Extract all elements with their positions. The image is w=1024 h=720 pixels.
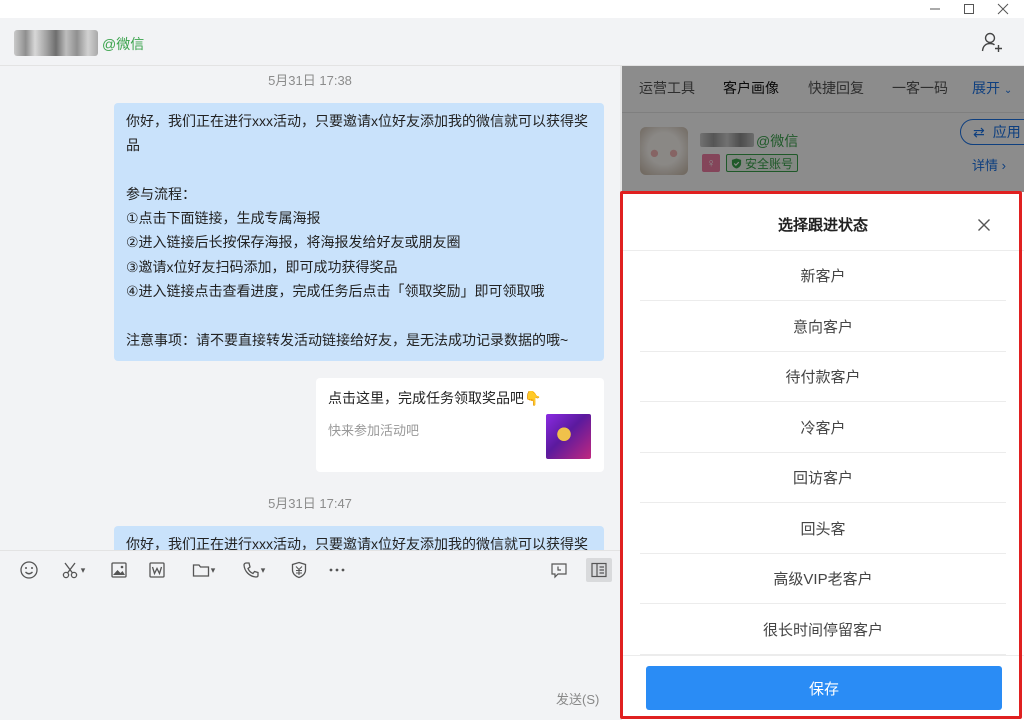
- followup-option[interactable]: 回访客户: [640, 453, 1006, 503]
- sheet-close-button[interactable]: [972, 213, 996, 237]
- more-button[interactable]: [326, 559, 348, 581]
- file-button[interactable]: ▾: [186, 559, 220, 581]
- followup-option[interactable]: 很长时间停留客户: [640, 605, 1006, 655]
- emoji-icon: [20, 561, 38, 579]
- message-line: 品: [126, 137, 140, 154]
- message-line: 参与流程：: [126, 185, 196, 202]
- close-icon: [997, 3, 1009, 15]
- doc-button[interactable]: [146, 559, 168, 581]
- image-button[interactable]: [108, 559, 130, 581]
- payment-button[interactable]: [288, 559, 310, 581]
- more-icon: [329, 568, 345, 572]
- chat-history-button[interactable]: [548, 559, 570, 581]
- followup-option[interactable]: 新客户: [640, 251, 1006, 301]
- message-input-area[interactable]: 发送(S): [0, 590, 620, 720]
- link-card-title: 点击这里，完成任务领取奖品吧👇: [328, 390, 542, 406]
- input-toolbar: ▾ ▾ ▾: [0, 550, 620, 590]
- add-member-button[interactable]: [980, 30, 1004, 54]
- followup-option[interactable]: 高级VIP老客户: [640, 554, 1006, 604]
- sidebar-toggle-button[interactable]: [586, 558, 612, 582]
- customer-side-panel: 运营工具 客户画像 快捷回复 一客一码 展开 ⌄ @微信 ♀ 安全账号 ⇄ 应用…: [622, 66, 1024, 720]
- message-line: 你好，我们正在进行xxx活动，只要邀请x位好友添加我的微信就可以获得奖: [126, 536, 588, 550]
- scissors-icon: [62, 562, 77, 579]
- divider: [622, 655, 1024, 656]
- message-line: ③邀请x位好友扫码添加，即可成功获得奖品: [126, 258, 398, 275]
- contact-source-tag: @微信: [102, 36, 145, 52]
- emoji-button[interactable]: [18, 559, 40, 581]
- modal-overlay[interactable]: [622, 66, 1024, 192]
- maximize-icon: [964, 4, 974, 14]
- payment-shield-icon: [291, 561, 307, 579]
- message-line: ②进入链接后长按保存海报，将海报发给好友或朋友圈: [126, 234, 461, 251]
- folder-icon: [192, 564, 209, 577]
- send-button[interactable]: 发送(S): [556, 689, 599, 708]
- sidebar-panel-icon: [591, 562, 607, 578]
- minimize-icon: [930, 8, 940, 10]
- contact-name-blurred: [14, 30, 98, 56]
- screenshot-button[interactable]: ▾: [56, 559, 90, 581]
- chat-message-area[interactable]: 5月31日 17:38 你好，我们正在进行xxx活动，只要邀请x位好友添加我的微…: [0, 66, 620, 550]
- word-doc-icon: [149, 562, 165, 578]
- message-bubble[interactable]: 你好，我们正在进行xxx活动，只要邀请x位好友添加我的微信就可以获得奖: [114, 526, 604, 550]
- chat-header: @微信: [0, 18, 1024, 66]
- call-button[interactable]: ▾: [236, 559, 270, 581]
- close-icon: [978, 219, 990, 231]
- add-user-icon: [981, 32, 1002, 52]
- save-button[interactable]: 保存: [646, 666, 1002, 710]
- maximize-button[interactable]: [952, 0, 986, 18]
- followup-option[interactable]: 待付款客户: [640, 352, 1006, 402]
- caret-down-icon: ▾: [210, 564, 216, 575]
- chat-history-icon: [551, 563, 567, 579]
- message-bubble[interactable]: 你好，我们正在进行xxx活动，只要邀请x位好友添加我的微信就可以获得奖 品 参与…: [114, 103, 604, 361]
- followup-status-sheet: 选择跟进状态 新客户 意向客户 待付款客户 冷客户 回访客户 回头客 高级VIP老客户 很长时…: [622, 192, 1024, 720]
- message-line: ④进入链接点击查看进度，完成任务后点击「领取奖励」即可领取哦: [126, 283, 545, 300]
- message-line: 注意事项：请不要直接转发活动链接给好友，是无法成功记录数据的哦~: [126, 331, 569, 348]
- image-icon: [111, 562, 127, 578]
- followup-option[interactable]: 意向客户: [640, 302, 1006, 352]
- close-window-button[interactable]: [986, 0, 1020, 18]
- link-card-message[interactable]: 点击这里，完成任务领取奖品吧👇 快来参加活动吧: [316, 378, 604, 472]
- caret-down-icon: ▾: [80, 564, 86, 575]
- sheet-title: 选择跟进状态: [777, 217, 868, 234]
- followup-option[interactable]: 回头客: [640, 504, 1006, 554]
- caret-down-icon: ▾: [260, 564, 266, 575]
- link-card-description: 快来参加活动吧: [328, 423, 420, 438]
- message-line: ①点击下面链接，生成专属海报: [126, 210, 321, 227]
- message-timestamp: 5月31日 17:38: [268, 73, 352, 88]
- minimize-button[interactable]: [918, 0, 952, 18]
- message-line: 你好，我们正在进行xxx活动，只要邀请x位好友添加我的微信就可以获得奖: [126, 113, 588, 129]
- link-card-thumbnail: [546, 414, 591, 459]
- phone-icon: [243, 562, 259, 578]
- message-timestamp: 5月31日 17:47: [268, 496, 352, 511]
- followup-option[interactable]: 冷客户: [640, 403, 1006, 453]
